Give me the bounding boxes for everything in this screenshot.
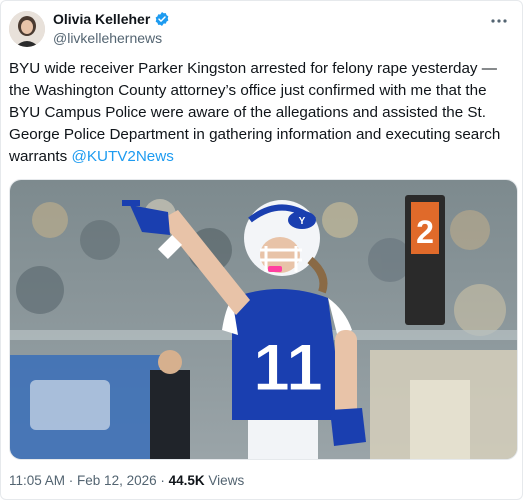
tweet-date[interactable]: Feb 12, 2026: [77, 473, 157, 488]
display-name[interactable]: Olivia Kelleher: [53, 11, 150, 27]
views-label: Views: [208, 473, 245, 488]
tweet-text: BYU wide receiver Parker Kingston arrest…: [9, 58, 514, 168]
photo-illustration: 2 Y 11: [10, 180, 517, 459]
more-options-icon[interactable]: [486, 11, 512, 31]
mention-link[interactable]: @KUTV2News: [71, 148, 173, 165]
tweet-header: Olivia Kelleher @livkellehernews: [9, 9, 514, 49]
verified-badge-icon: [155, 12, 169, 26]
name-row: Olivia Kelleher: [53, 11, 170, 27]
tweet-card: Olivia Kelleher @livkellehernews BYU wid…: [0, 0, 523, 500]
handle[interactable]: @livkellehernews: [53, 30, 162, 46]
down-marker-number: 2: [416, 214, 434, 250]
tweet-time[interactable]: 11:05 AM: [9, 473, 65, 488]
avatar[interactable]: [9, 11, 45, 47]
views-count: 44.5K: [168, 473, 205, 488]
jersey-number: 11: [253, 330, 323, 404]
svg-text:Y: Y: [299, 216, 306, 227]
tweet-meta: 11:05 AM · Feb 12, 2026 · 44.5K Views: [9, 473, 245, 488]
tweet-photo[interactable]: 2 Y 11: [9, 179, 518, 460]
